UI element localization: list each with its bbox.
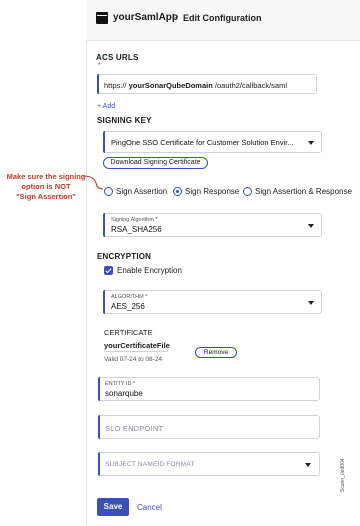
radio-sign-response[interactable] (173, 187, 182, 196)
breadcrumb-separator: > (172, 11, 179, 23)
annotation-note: Make sure the signing option is NOT "Sig… (2, 172, 90, 202)
radio-sign-assertion-and-response[interactable] (243, 187, 252, 196)
signing-key-label: SIGNING KEY (97, 116, 152, 125)
acs-url-prefix: https:// (104, 81, 127, 90)
cancel-button[interactable]: Cancel (137, 503, 162, 512)
acs-url-value: https:// yourSonarQubeDomain /oauth2/cal… (104, 81, 287, 90)
signing-algorithm-select[interactable]: Signing Algorithm * RSA_SHA256 (103, 213, 322, 237)
annotation-line-2: option is NOT (21, 182, 71, 191)
slo-endpoint-field[interactable]: SLO ENDPOINT (98, 415, 320, 439)
page-title: Edit Configuration (183, 13, 262, 23)
slo-endpoint-placeholder: SLO ENDPOINT (105, 424, 164, 433)
encryption-algorithm-value: AES_256 (111, 302, 145, 311)
certificate-validity: Valid 07-24 to 08-24 (104, 356, 163, 363)
required-marker: * (98, 62, 101, 69)
signing-key-select[interactable]: PingOne SSO Certificate for Customer Sol… (103, 131, 322, 153)
radio-sign-assertion[interactable] (104, 187, 113, 196)
app-window-icon (96, 12, 108, 24)
breadcrumb-app-name[interactable]: yourSamlApp (113, 12, 178, 23)
acs-urls-label: ACS URLS (96, 53, 139, 62)
acs-url-domain: yourSonarQubeDomain (128, 81, 213, 90)
signing-algorithm-label: Signing Algorithm * (111, 217, 158, 223)
chevron-down-icon (305, 463, 311, 467)
signing-algorithm-value: RSA_SHA256 (111, 225, 162, 234)
side-id-label: Scann_0ed004 (340, 458, 346, 492)
encryption-algorithm-label: ALGORITHM * (111, 294, 148, 300)
annotation-arrow (82, 175, 104, 190)
certificate-divider (104, 351, 168, 352)
entity-id-label: ENTITY ID * (105, 381, 136, 387)
left-background (0, 0, 88, 526)
remove-certificate-button[interactable]: Remove (195, 347, 237, 358)
chevron-down-icon (308, 224, 314, 228)
signing-key-value: PingOne SSO Certificate for Customer Sol… (111, 138, 294, 147)
enable-encryption-checkbox[interactable] (104, 266, 113, 275)
chevron-down-icon (308, 301, 314, 305)
acs-url-path: /oauth2/callback/saml (214, 81, 288, 90)
certificate-label: CERTIFICATE (104, 328, 153, 337)
subject-nameid-format-select[interactable]: SUBJECT NAMEID FORMAT (98, 452, 320, 476)
radio-sign-assertion-and-response-label: Sign Assertion & Response (255, 187, 352, 196)
download-signing-certificate-button[interactable]: Download Signing Certificate (103, 157, 208, 169)
acs-url-field[interactable]: https:// yourSonarQubeDomain /oauth2/cal… (97, 74, 317, 94)
add-acs-url-link[interactable]: + Add (97, 103, 115, 110)
encryption-label: ENCRYPTION (97, 252, 152, 261)
chevron-down-icon (308, 141, 314, 145)
certificate-file-name: yourCertificateFile (104, 341, 170, 350)
enable-encryption-label: Enable Encryption (117, 266, 182, 275)
subject-nameid-format-placeholder: SUBJECT NAMEID FORMAT (105, 461, 195, 468)
radio-sign-assertion-label: Sign Assertion (116, 187, 168, 196)
annotation-line-3: "Sign Assertion" (16, 192, 76, 201)
encryption-algorithm-select[interactable]: ALGORITHM * AES_256 (103, 290, 322, 314)
entity-id-value: sonarqube (105, 389, 143, 398)
entity-id-field[interactable]: ENTITY ID * sonarqube (98, 377, 320, 401)
save-button[interactable]: Save (97, 498, 129, 516)
radio-sign-response-label: Sign Response (185, 187, 240, 196)
annotation-line-1: Make sure the signing (6, 172, 86, 181)
